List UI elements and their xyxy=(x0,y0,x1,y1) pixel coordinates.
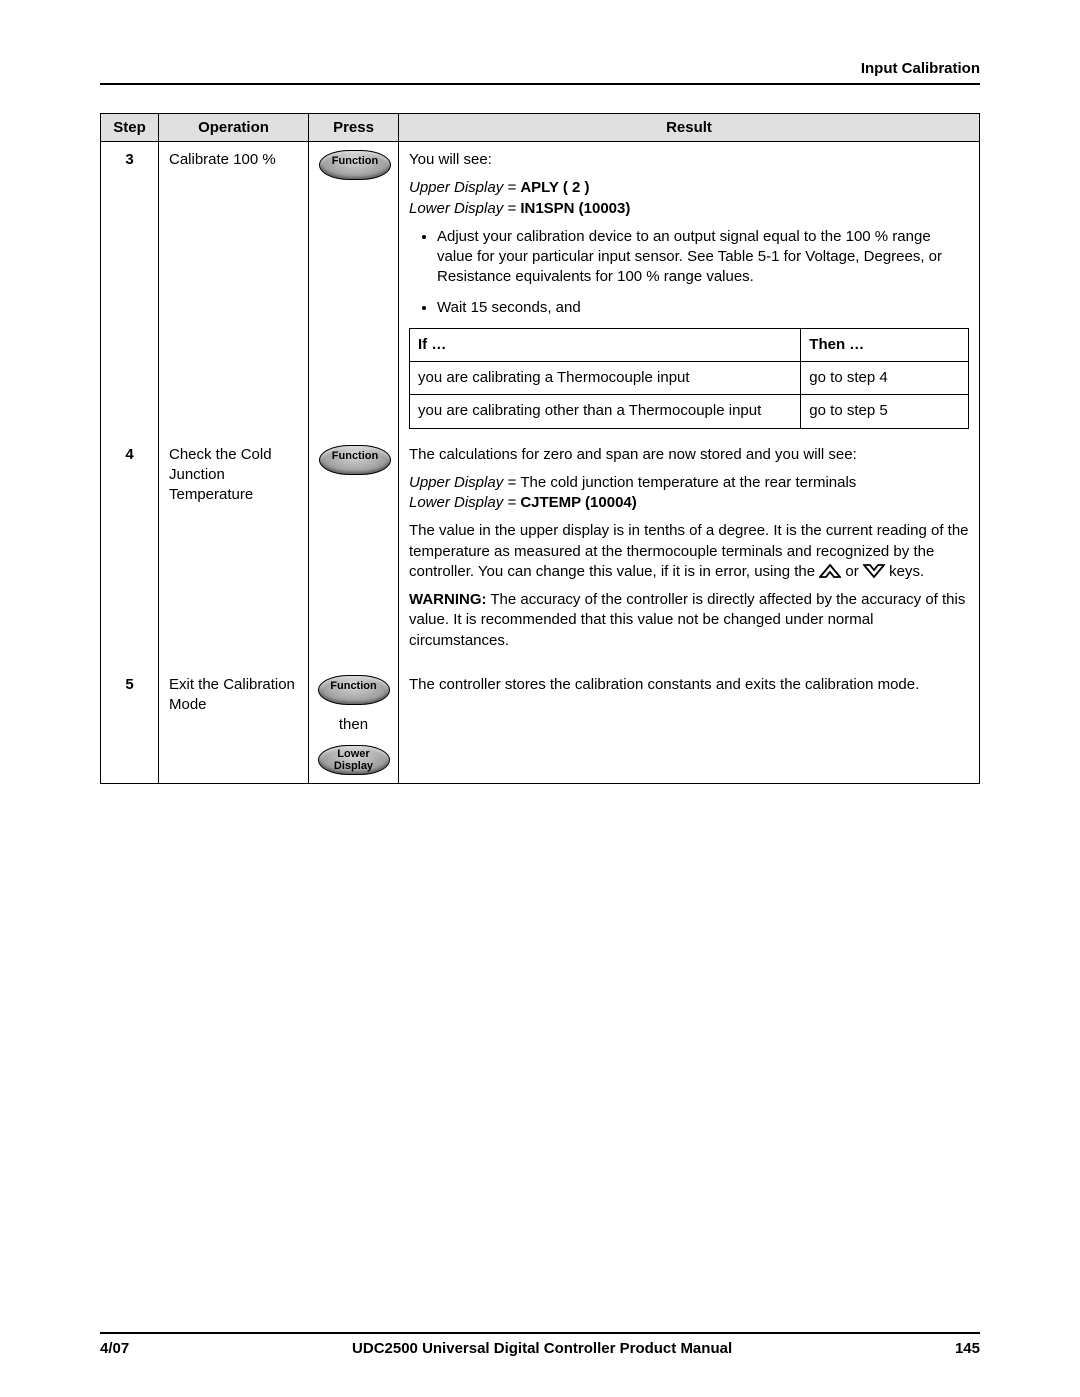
lower-display-value: IN1SPN (10003) xyxy=(520,200,630,217)
function-key-icon: Function xyxy=(319,445,391,475)
result-p1: The calculations for zero and span are n… xyxy=(409,445,969,465)
function-key-icon: Function xyxy=(318,675,390,705)
footer-title: UDC2500 Universal Digital Controller Pro… xyxy=(352,1340,732,1357)
col-header-step: Step xyxy=(101,114,159,142)
upper-display-value: APLY ( 2 ) xyxy=(520,179,589,196)
footer-page: 145 xyxy=(955,1340,980,1357)
lower-display-value: CJTEMP (10004) xyxy=(520,494,636,511)
result-cell: The calculations for zero and span are n… xyxy=(399,437,980,667)
then-cell: go to step 5 xyxy=(801,395,969,428)
txt: The value in the upper display is in ten… xyxy=(409,522,969,580)
press-cell: Function xyxy=(309,142,399,437)
footer-rule xyxy=(100,1332,980,1334)
txt: keys. xyxy=(889,563,924,580)
warning: WARNING: The accuracy of the controller … xyxy=(409,590,969,651)
arrow-down-icon xyxy=(863,564,885,578)
footer-date: 4/07 xyxy=(100,1340,129,1357)
table-row: 3 Calibrate 100 % Function You will see:… xyxy=(101,142,980,437)
col-header-press: Press xyxy=(309,114,399,142)
result-p1: The controller stores the calibration co… xyxy=(409,675,969,695)
warning-text: The accuracy of the controller is direct… xyxy=(409,591,965,649)
upper-display-value: The cold junction temperature at the rea… xyxy=(520,474,856,491)
then-header: Then … xyxy=(801,328,969,361)
function-key-icon: Function xyxy=(319,150,391,180)
result-cell: You will see: Upper Display = APLY ( 2 )… xyxy=(399,142,980,437)
table-row: 4 Check the Cold Junction Temperature Fu… xyxy=(101,437,980,667)
result-p2: The value in the upper display is in ten… xyxy=(409,521,969,582)
table-row: 5 Exit the Calibration Mode Function the… xyxy=(101,667,980,784)
lower-display-key-icon: LowerDisplay xyxy=(318,745,390,775)
txt: Display xyxy=(334,760,373,772)
txt: or xyxy=(845,563,863,580)
lower-display-label: Lower Display = xyxy=(409,494,520,511)
warning-label: WARNING: xyxy=(409,591,487,608)
calibration-steps-table: Step Operation Press Result 3 Calibrate … xyxy=(100,113,980,784)
if-then-table: If … Then … you are calibrating a Thermo… xyxy=(409,328,969,429)
col-header-result: Result xyxy=(399,114,980,142)
header-section-title: Input Calibration xyxy=(100,60,980,77)
press-cell: Function then LowerDisplay xyxy=(309,667,399,784)
if-header: If … xyxy=(410,328,801,361)
arrow-up-icon xyxy=(819,564,841,578)
press-cell: Function xyxy=(309,437,399,667)
then-cell: go to step 4 xyxy=(801,362,969,395)
bullet-item: Wait 15 seconds, and xyxy=(437,298,969,318)
step-number: 3 xyxy=(101,142,159,437)
result-cell: The controller stores the calibration co… xyxy=(399,667,980,784)
upper-display-label: Upper Display = xyxy=(409,474,520,491)
if-cell: you are calibrating other than a Thermoc… xyxy=(410,395,801,428)
header-rule xyxy=(100,83,980,85)
operation-text: Calibrate 100 % xyxy=(159,142,309,437)
then-word: then xyxy=(339,715,368,735)
upper-display-label: Upper Display = xyxy=(409,179,520,196)
col-header-operation: Operation xyxy=(159,114,309,142)
page-footer: 4/07 UDC2500 Universal Digital Controlle… xyxy=(100,1332,980,1357)
txt: Lower xyxy=(337,748,369,760)
result-intro: You will see: xyxy=(409,150,969,170)
bullet-item: Adjust your calibration device to an out… xyxy=(437,227,969,288)
if-cell: you are calibrating a Thermocouple input xyxy=(410,362,801,395)
step-number: 4 xyxy=(101,437,159,667)
lower-display-label: Lower Display = xyxy=(409,200,520,217)
operation-text: Exit the Calibration Mode xyxy=(159,667,309,784)
operation-text: Check the Cold Junction Temperature xyxy=(159,437,309,667)
step-number: 5 xyxy=(101,667,159,784)
